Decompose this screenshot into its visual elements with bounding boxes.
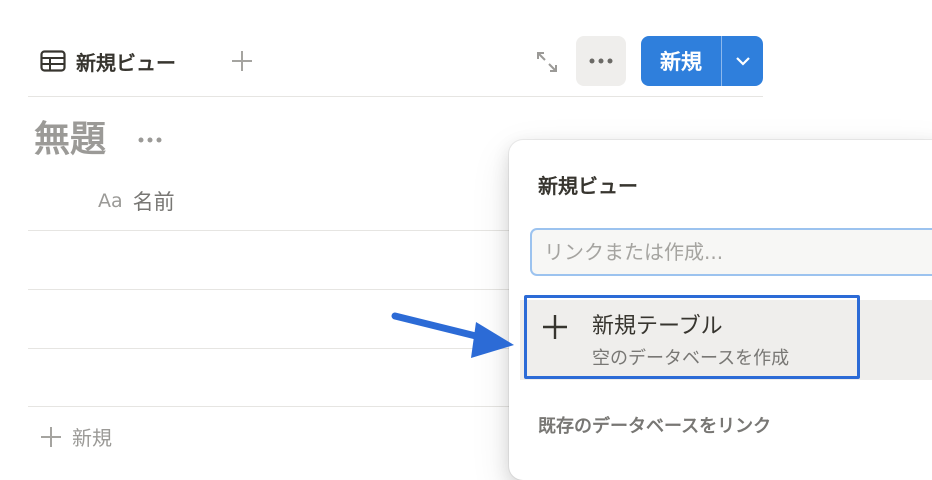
text-property-icon: Aa bbox=[98, 190, 123, 212]
add-row-label: 新規 bbox=[72, 426, 112, 450]
new-button-group: 新規 bbox=[641, 36, 763, 86]
view-tab[interactable]: 新規ビュー bbox=[40, 44, 176, 78]
view-tab-label: 新規ビュー bbox=[76, 50, 176, 75]
diagonal-arrows-icon bbox=[537, 52, 557, 72]
column-name: 名前 bbox=[132, 190, 175, 214]
column-header-name[interactable]: Aa 名前 bbox=[98, 186, 175, 216]
database-title[interactable]: 無題 bbox=[34, 116, 106, 164]
popup-title: 新規ビュー bbox=[538, 174, 638, 198]
plus-icon bbox=[41, 426, 61, 447]
ellipsis-icon bbox=[138, 137, 162, 143]
expand-icon[interactable] bbox=[533, 48, 561, 76]
new-button[interactable]: 新規 bbox=[641, 36, 721, 86]
new-dropdown-button[interactable] bbox=[722, 36, 763, 86]
toolbar-divider bbox=[28, 96, 763, 97]
database-more-button[interactable] bbox=[134, 124, 166, 156]
more-options-button[interactable] bbox=[576, 36, 626, 86]
plus-icon bbox=[232, 51, 252, 71]
annotation-arrow-icon bbox=[391, 312, 514, 358]
add-row-button[interactable]: 新規 bbox=[40, 422, 112, 451]
link-or-create-input[interactable] bbox=[530, 228, 932, 276]
chevron-down-icon bbox=[735, 57, 750, 66]
row-divider bbox=[28, 406, 514, 407]
add-view-button[interactable] bbox=[228, 44, 256, 78]
row-divider bbox=[28, 230, 514, 231]
row-divider bbox=[28, 289, 514, 290]
ellipsis-icon bbox=[589, 58, 613, 64]
highlight-box bbox=[524, 295, 860, 379]
table-icon bbox=[40, 50, 66, 72]
link-existing-database[interactable]: 既存のデータベースをリンク bbox=[538, 412, 771, 438]
